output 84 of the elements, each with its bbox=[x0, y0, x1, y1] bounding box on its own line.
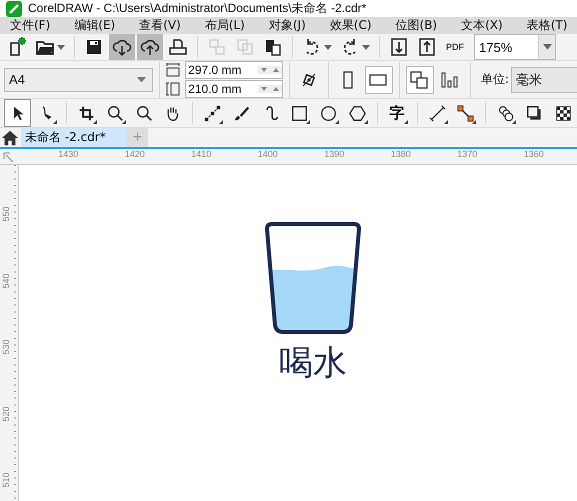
text-tool[interactable]: 字 bbox=[384, 99, 411, 127]
blend-icon bbox=[497, 104, 514, 122]
transparency-icon bbox=[555, 104, 572, 122]
dimension-icon bbox=[428, 104, 446, 122]
flyout-corner-icon bbox=[334, 120, 339, 124]
polygon-icon bbox=[348, 104, 366, 122]
spinner-icon[interactable] bbox=[258, 66, 282, 74]
bar-chart-icon bbox=[438, 70, 459, 90]
ruler-label: 1410 bbox=[190, 149, 212, 161]
line-icon bbox=[204, 104, 222, 122]
width-field[interactable]: 297.0 mm bbox=[185, 61, 284, 79]
flyout-corner-icon bbox=[52, 120, 57, 124]
ruler-label: 510 bbox=[0, 472, 12, 490]
cloud-up-icon bbox=[140, 37, 160, 57]
ruler-label: 1370 bbox=[456, 149, 478, 161]
menu-item[interactable]: 效果(C) bbox=[330, 17, 372, 34]
menu-item[interactable]: 位图(B) bbox=[396, 17, 438, 34]
menu-item[interactable]: 文件(F) bbox=[10, 17, 50, 34]
flyout-corner-icon bbox=[92, 120, 97, 124]
zoom-icon bbox=[106, 104, 124, 122]
landscape-button[interactable] bbox=[365, 66, 394, 94]
unit-label: 单位: bbox=[480, 71, 509, 88]
zoom2-icon bbox=[136, 104, 153, 122]
caret-icon bbox=[57, 44, 65, 50]
import-icon bbox=[389, 37, 409, 57]
menu-item[interactable]: 查看(V) bbox=[139, 17, 181, 34]
ruler-label: 530 bbox=[0, 338, 12, 357]
height-icon bbox=[166, 82, 180, 96]
window-title: CorelDRAW - C:\Users\Administrator\Documents\未命名 -2.cdr* bbox=[28, 0, 366, 17]
caption-text: 喝水 bbox=[279, 345, 347, 382]
flyout-corner-icon bbox=[306, 120, 310, 124]
ruler-label: 1420 bbox=[124, 149, 146, 161]
flyout-corner-icon bbox=[472, 120, 476, 124]
all-pages-button[interactable] bbox=[406, 66, 434, 94]
flyout-corner-icon bbox=[364, 120, 368, 124]
caret-icon bbox=[137, 76, 146, 82]
new-icon bbox=[7, 37, 27, 57]
zoom-combo[interactable]: 175% bbox=[474, 34, 556, 60]
menu-item[interactable]: 对象(J) bbox=[268, 17, 306, 34]
spinner-icon[interactable] bbox=[258, 85, 282, 93]
ruler-label: 1400 bbox=[256, 149, 279, 161]
menu-item[interactable]: 编辑(E) bbox=[74, 17, 116, 34]
ruler-label: 1380 bbox=[390, 149, 412, 161]
brush-icon bbox=[233, 104, 250, 122]
pdf-button[interactable]: PDF bbox=[442, 34, 468, 60]
ruler-label: 540 bbox=[0, 272, 12, 290]
copy-icon bbox=[235, 37, 255, 57]
ruler-label: 550 bbox=[0, 206, 12, 224]
flyout-corner-icon bbox=[404, 120, 408, 124]
connector-icon bbox=[457, 104, 474, 122]
print-icon bbox=[168, 37, 188, 57]
caret-icon bbox=[362, 44, 370, 50]
menu-item[interactable]: 文本(X) bbox=[461, 17, 503, 34]
paste-icon bbox=[263, 37, 283, 57]
cloud-down-button[interactable] bbox=[109, 34, 135, 60]
ruler-origin-icon bbox=[3, 152, 15, 164]
ellipse-icon bbox=[320, 104, 337, 122]
cloud-up-button[interactable] bbox=[137, 34, 163, 60]
pick-tool[interactable] bbox=[4, 99, 31, 127]
ruler-label: 1390 bbox=[323, 149, 346, 161]
flyout-corner-icon bbox=[444, 120, 448, 124]
crop-icon bbox=[78, 104, 95, 122]
shadow-icon bbox=[526, 104, 544, 122]
height-field[interactable]: 210.0 mm bbox=[185, 80, 284, 98]
page-size-dropdown[interactable]: A4 bbox=[4, 68, 154, 92]
menu-item[interactable]: 表格(T) bbox=[526, 17, 568, 34]
menu-item[interactable]: 布局(L) bbox=[204, 17, 245, 34]
save-icon bbox=[84, 37, 104, 57]
flyout-corner-icon bbox=[219, 120, 224, 124]
ruler-label: 1430 bbox=[57, 149, 80, 161]
pages-icon bbox=[408, 70, 429, 90]
ruler-label: 520 bbox=[0, 405, 12, 424]
caret-icon bbox=[542, 44, 552, 50]
document-tab[interactable]: 未命名 -2.cdr* bbox=[21, 128, 127, 147]
flyout-corner-icon bbox=[512, 120, 516, 124]
unit-dropdown[interactable]: 毫米 bbox=[510, 66, 577, 92]
width-icon bbox=[166, 63, 180, 77]
flyout-corner-icon bbox=[122, 120, 126, 124]
caret-icon bbox=[324, 44, 332, 50]
rect-icon bbox=[291, 104, 308, 122]
ruler-label: 1360 bbox=[522, 149, 545, 161]
cloud-down-icon bbox=[112, 37, 132, 57]
export-icon bbox=[417, 37, 437, 57]
home-icon[interactable] bbox=[1, 129, 19, 147]
